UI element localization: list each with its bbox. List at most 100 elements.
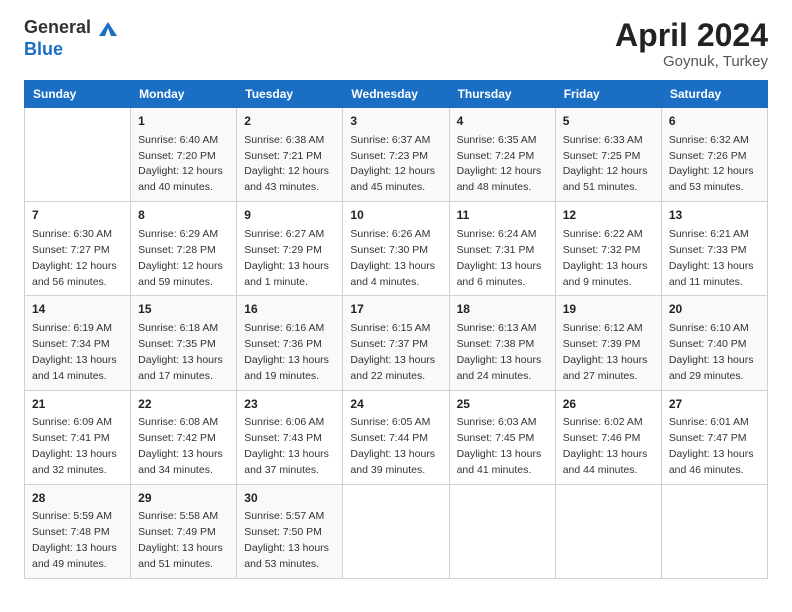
day-info: Sunrise: 6:05 AMSunset: 7:44 PMDaylight:… xyxy=(350,416,435,476)
day-info: Sunrise: 6:33 AMSunset: 7:25 PMDaylight:… xyxy=(563,134,648,194)
day-info: Sunrise: 6:06 AMSunset: 7:43 PMDaylight:… xyxy=(244,416,329,476)
logo-general: General xyxy=(24,17,91,37)
title-section: April 2024 Goynuk, Turkey xyxy=(615,18,768,70)
day-number: 28 xyxy=(32,490,123,507)
day-number: 29 xyxy=(138,490,229,507)
day-info: Sunrise: 6:18 AMSunset: 7:35 PMDaylight:… xyxy=(138,322,223,382)
day-number: 25 xyxy=(457,396,548,413)
day-info: Sunrise: 6:02 AMSunset: 7:46 PMDaylight:… xyxy=(563,416,648,476)
day-number: 22 xyxy=(138,396,229,413)
day-number: 24 xyxy=(350,396,441,413)
day-cell: 28 Sunrise: 5:59 AMSunset: 7:48 PMDaylig… xyxy=(25,484,131,578)
day-number: 5 xyxy=(563,113,654,130)
week-row-1: 1 Sunrise: 6:40 AMSunset: 7:20 PMDayligh… xyxy=(25,108,768,202)
day-number: 12 xyxy=(563,207,654,224)
day-info: Sunrise: 6:16 AMSunset: 7:36 PMDaylight:… xyxy=(244,322,329,382)
day-info: Sunrise: 6:26 AMSunset: 7:30 PMDaylight:… xyxy=(350,228,435,288)
day-info: Sunrise: 6:10 AMSunset: 7:40 PMDaylight:… xyxy=(669,322,754,382)
day-number: 13 xyxy=(669,207,760,224)
day-number: 11 xyxy=(457,207,548,224)
day-number: 21 xyxy=(32,396,123,413)
day-cell: 30 Sunrise: 5:57 AMSunset: 7:50 PMDaylig… xyxy=(237,484,343,578)
week-row-3: 14 Sunrise: 6:19 AMSunset: 7:34 PMDaylig… xyxy=(25,296,768,390)
day-number: 18 xyxy=(457,301,548,318)
day-info: Sunrise: 6:21 AMSunset: 7:33 PMDaylight:… xyxy=(669,228,754,288)
day-cell: 16 Sunrise: 6:16 AMSunset: 7:36 PMDaylig… xyxy=(237,296,343,390)
day-cell: 18 Sunrise: 6:13 AMSunset: 7:38 PMDaylig… xyxy=(449,296,555,390)
day-number: 23 xyxy=(244,396,335,413)
day-cell: 20 Sunrise: 6:10 AMSunset: 7:40 PMDaylig… xyxy=(661,296,767,390)
day-cell: 10 Sunrise: 6:26 AMSunset: 7:30 PMDaylig… xyxy=(343,202,449,296)
day-cell: 7 Sunrise: 6:30 AMSunset: 7:27 PMDayligh… xyxy=(25,202,131,296)
day-number: 3 xyxy=(350,113,441,130)
day-number: 27 xyxy=(669,396,760,413)
day-info: Sunrise: 6:09 AMSunset: 7:41 PMDaylight:… xyxy=(32,416,117,476)
col-sunday: Sunday xyxy=(25,81,131,108)
day-number: 2 xyxy=(244,113,335,130)
logo-icon xyxy=(97,18,119,40)
day-info: Sunrise: 6:35 AMSunset: 7:24 PMDaylight:… xyxy=(457,134,542,194)
day-number: 6 xyxy=(669,113,760,130)
day-number: 4 xyxy=(457,113,548,130)
day-number: 8 xyxy=(138,207,229,224)
col-friday: Friday xyxy=(555,81,661,108)
day-cell: 29 Sunrise: 5:58 AMSunset: 7:49 PMDaylig… xyxy=(131,484,237,578)
month-year: April 2024 xyxy=(615,18,768,53)
day-info: Sunrise: 6:27 AMSunset: 7:29 PMDaylight:… xyxy=(244,228,329,288)
day-info: Sunrise: 6:37 AMSunset: 7:23 PMDaylight:… xyxy=(350,134,435,194)
day-cell: 14 Sunrise: 6:19 AMSunset: 7:34 PMDaylig… xyxy=(25,296,131,390)
day-cell: 27 Sunrise: 6:01 AMSunset: 7:47 PMDaylig… xyxy=(661,390,767,484)
day-info: Sunrise: 5:58 AMSunset: 7:49 PMDaylight:… xyxy=(138,510,223,570)
day-info: Sunrise: 6:22 AMSunset: 7:32 PMDaylight:… xyxy=(563,228,648,288)
day-cell: 17 Sunrise: 6:15 AMSunset: 7:37 PMDaylig… xyxy=(343,296,449,390)
day-cell: 2 Sunrise: 6:38 AMSunset: 7:21 PMDayligh… xyxy=(237,108,343,202)
day-info: Sunrise: 6:12 AMSunset: 7:39 PMDaylight:… xyxy=(563,322,648,382)
col-monday: Monday xyxy=(131,81,237,108)
day-number: 1 xyxy=(138,113,229,130)
day-cell: 6 Sunrise: 6:32 AMSunset: 7:26 PMDayligh… xyxy=(661,108,767,202)
day-info: Sunrise: 6:24 AMSunset: 7:31 PMDaylight:… xyxy=(457,228,542,288)
logo: General Blue xyxy=(24,18,119,60)
day-cell xyxy=(661,484,767,578)
day-cell: 19 Sunrise: 6:12 AMSunset: 7:39 PMDaylig… xyxy=(555,296,661,390)
col-tuesday: Tuesday xyxy=(237,81,343,108)
day-number: 10 xyxy=(350,207,441,224)
col-thursday: Thursday xyxy=(449,81,555,108)
day-info: Sunrise: 6:38 AMSunset: 7:21 PMDaylight:… xyxy=(244,134,329,194)
week-row-4: 21 Sunrise: 6:09 AMSunset: 7:41 PMDaylig… xyxy=(25,390,768,484)
day-info: Sunrise: 6:08 AMSunset: 7:42 PMDaylight:… xyxy=(138,416,223,476)
col-saturday: Saturday xyxy=(661,81,767,108)
header-row: Sunday Monday Tuesday Wednesday Thursday… xyxy=(25,81,768,108)
day-number: 26 xyxy=(563,396,654,413)
day-cell: 4 Sunrise: 6:35 AMSunset: 7:24 PMDayligh… xyxy=(449,108,555,202)
day-number: 7 xyxy=(32,207,123,224)
day-cell: 15 Sunrise: 6:18 AMSunset: 7:35 PMDaylig… xyxy=(131,296,237,390)
day-cell xyxy=(449,484,555,578)
day-cell: 12 Sunrise: 6:22 AMSunset: 7:32 PMDaylig… xyxy=(555,202,661,296)
day-cell: 25 Sunrise: 6:03 AMSunset: 7:45 PMDaylig… xyxy=(449,390,555,484)
day-info: Sunrise: 6:32 AMSunset: 7:26 PMDaylight:… xyxy=(669,134,754,194)
day-number: 30 xyxy=(244,490,335,507)
day-info: Sunrise: 5:59 AMSunset: 7:48 PMDaylight:… xyxy=(32,510,117,570)
day-cell: 3 Sunrise: 6:37 AMSunset: 7:23 PMDayligh… xyxy=(343,108,449,202)
day-cell: 11 Sunrise: 6:24 AMSunset: 7:31 PMDaylig… xyxy=(449,202,555,296)
day-info: Sunrise: 6:13 AMSunset: 7:38 PMDaylight:… xyxy=(457,322,542,382)
week-row-2: 7 Sunrise: 6:30 AMSunset: 7:27 PMDayligh… xyxy=(25,202,768,296)
day-number: 14 xyxy=(32,301,123,318)
day-cell: 23 Sunrise: 6:06 AMSunset: 7:43 PMDaylig… xyxy=(237,390,343,484)
day-cell xyxy=(555,484,661,578)
day-number: 9 xyxy=(244,207,335,224)
header: General Blue April 2024 Goynuk, Turkey xyxy=(0,0,792,80)
day-cell: 5 Sunrise: 6:33 AMSunset: 7:25 PMDayligh… xyxy=(555,108,661,202)
day-cell: 26 Sunrise: 6:02 AMSunset: 7:46 PMDaylig… xyxy=(555,390,661,484)
day-info: Sunrise: 6:01 AMSunset: 7:47 PMDaylight:… xyxy=(669,416,754,476)
day-info: Sunrise: 6:30 AMSunset: 7:27 PMDaylight:… xyxy=(32,228,117,288)
week-row-5: 28 Sunrise: 5:59 AMSunset: 7:48 PMDaylig… xyxy=(25,484,768,578)
day-cell: 24 Sunrise: 6:05 AMSunset: 7:44 PMDaylig… xyxy=(343,390,449,484)
location: Goynuk, Turkey xyxy=(615,53,768,70)
day-info: Sunrise: 6:03 AMSunset: 7:45 PMDaylight:… xyxy=(457,416,542,476)
day-number: 19 xyxy=(563,301,654,318)
day-cell xyxy=(25,108,131,202)
calendar-table: Sunday Monday Tuesday Wednesday Thursday… xyxy=(24,80,768,579)
day-number: 15 xyxy=(138,301,229,318)
